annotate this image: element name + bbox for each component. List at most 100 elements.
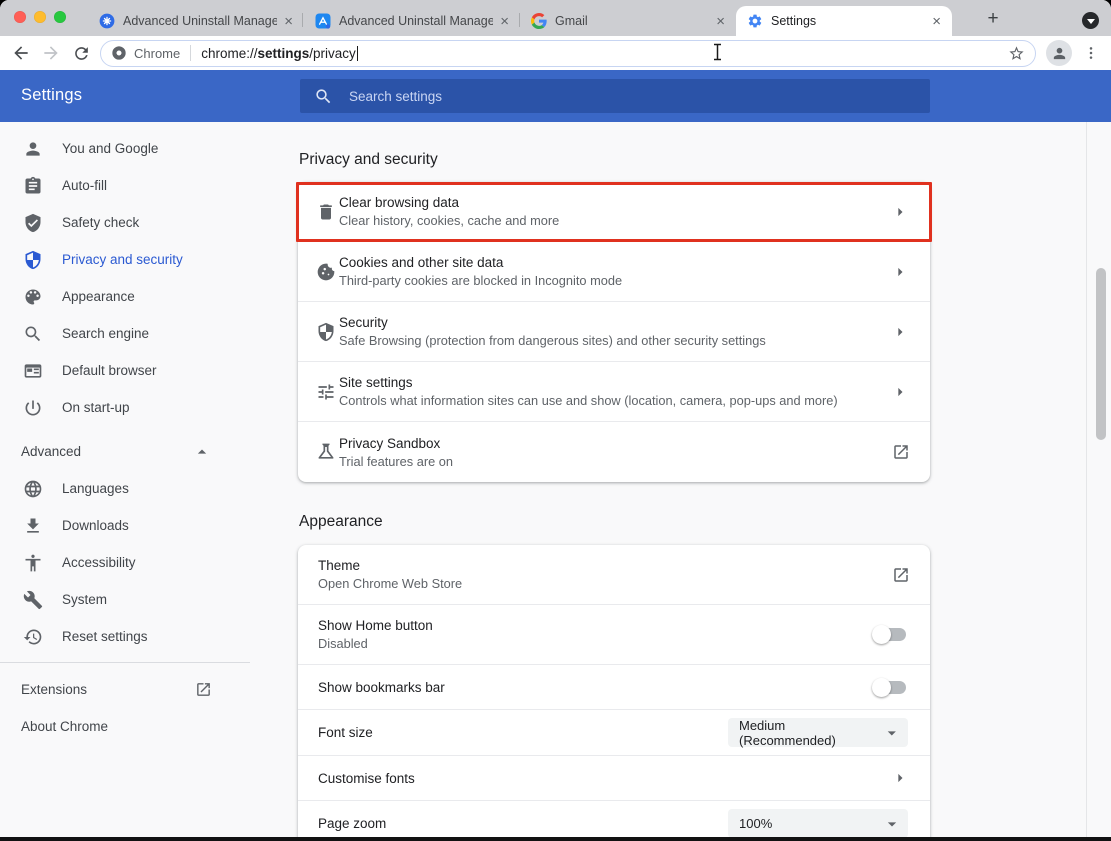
page-zoom-select[interactable]: 100% [728, 809, 908, 838]
search-placeholder: Search settings [349, 89, 442, 104]
sidebar-item-privacy-and-security[interactable]: Privacy and security [0, 241, 280, 278]
sidebar-item-search-engine[interactable]: Search engine [0, 315, 280, 352]
row-title: Customise fonts [318, 769, 415, 788]
row-subtitle: Open Chrome Web Store [318, 575, 462, 593]
maximize-window-button[interactable] [54, 11, 66, 23]
dropdown-arrow-icon [882, 814, 902, 834]
row-title: Page zoom [318, 814, 386, 833]
back-button[interactable] [6, 38, 36, 68]
sidebar-item-label: Reset settings [62, 629, 148, 644]
sidebar-item-label: Languages [62, 481, 129, 496]
tab-close-icon[interactable]: × [713, 14, 728, 29]
sidebar-item-accessibility[interactable]: Accessibility [0, 544, 280, 581]
url-text[interactable]: chrome://settings/privacy [201, 46, 358, 61]
sidebar-item-label: Auto-fill [62, 178, 107, 193]
chevron-right-icon [890, 322, 910, 342]
row-cookies-and-site-data[interactable]: Cookies and other site data Third-party … [298, 242, 930, 302]
row-title: Theme [318, 556, 462, 575]
row-show-bookmarks-bar[interactable]: Show bookmarks bar [298, 665, 930, 710]
google-g-icon [531, 13, 547, 29]
chrome-window: Advanced Uninstall Manager: U × Advanced… [0, 0, 1111, 841]
url-path: /privacy [309, 46, 356, 61]
toggle-knob [872, 625, 891, 644]
chevron-right-icon [890, 262, 910, 282]
url-divider [190, 45, 191, 61]
sidebar-item-appearance[interactable]: Appearance [0, 278, 280, 315]
bookmark-star-icon[interactable] [1008, 45, 1025, 62]
sidebar-item-system[interactable]: System [0, 581, 280, 618]
row-subtitle: Third-party cookies are blocked in Incog… [339, 272, 622, 290]
close-window-button[interactable] [14, 11, 26, 23]
tab-title: Settings [771, 14, 925, 28]
url-chip-label: Chrome [134, 46, 180, 61]
select-value: 100% [739, 816, 772, 831]
row-theme[interactable]: Theme Open Chrome Web Store [298, 545, 930, 605]
sidebar-item-safety-check[interactable]: Safety check [0, 204, 280, 241]
sidebar-item-label: Safety check [62, 215, 139, 230]
sidebar-item-label: You and Google [62, 141, 158, 156]
sidebar-item-label: System [62, 592, 107, 607]
scrollbar-thumb[interactable] [1096, 268, 1106, 440]
row-subtitle: Disabled [318, 635, 433, 653]
sidebar-item-you-and-google[interactable]: You and Google [0, 130, 280, 167]
row-clear-browsing-data[interactable]: Clear browsing data Clear history, cooki… [298, 182, 930, 242]
url-scheme: chrome:// [201, 46, 257, 61]
wrench-icon [23, 590, 43, 610]
row-customise-fonts[interactable]: Customise fonts [298, 756, 930, 801]
address-bar[interactable]: Chrome chrome://settings/privacy [100, 40, 1036, 67]
settings-search-input[interactable]: Search settings [300, 79, 930, 113]
sidebar-item-extensions[interactable]: Extensions [0, 671, 250, 708]
profile-avatar-button[interactable] [1046, 40, 1072, 66]
accessibility-icon [23, 553, 43, 573]
sidebar-item-languages[interactable]: Languages [0, 470, 280, 507]
tab-strip: Advanced Uninstall Manager: U × Advanced… [0, 0, 1111, 36]
row-title: Clear browsing data [339, 193, 559, 212]
row-show-home-button[interactable]: Show Home button Disabled [298, 605, 930, 665]
text-caret [357, 46, 359, 61]
privacy-card: Clear browsing data Clear history, cooki… [298, 182, 930, 482]
ibeam-cursor [712, 43, 723, 61]
tab-close-icon[interactable]: × [281, 14, 296, 29]
tab-close-icon[interactable]: × [929, 14, 944, 29]
forward-button[interactable] [36, 38, 66, 68]
tune-sliders-icon [316, 382, 336, 402]
reload-button[interactable] [66, 38, 96, 68]
tab-close-icon[interactable]: × [497, 14, 512, 29]
sidebar-item-about-chrome[interactable]: About Chrome [0, 708, 250, 745]
tab-gmail[interactable]: Gmail × [520, 6, 736, 36]
tab-settings-active[interactable]: Settings × [736, 6, 952, 36]
tab-advanced-uninstall-manager-page[interactable]: Advanced Uninstall Manager: U × [88, 6, 304, 36]
font-size-select[interactable]: Medium (Recommended) [728, 718, 908, 747]
minimize-window-button[interactable] [34, 11, 46, 23]
search-icon [314, 87, 333, 106]
row-site-settings[interactable]: Site settings Controls what information … [298, 362, 930, 422]
toggle-show-home-button-off[interactable] [875, 628, 906, 641]
sidebar-item-reset-settings[interactable]: Reset settings [0, 618, 280, 655]
settings-gear-icon [747, 13, 763, 29]
new-tab-button[interactable]: + [981, 7, 1005, 31]
sidebar-item-on-startup[interactable]: On start-up [0, 389, 280, 426]
search-icon [23, 324, 43, 344]
sidebar-item-label: On start-up [62, 400, 130, 415]
chevron-right-icon [890, 202, 910, 222]
settings-content: Privacy and security Clear browsing data… [298, 122, 930, 841]
sidebar-item-autofill[interactable]: Auto-fill [0, 167, 280, 204]
macos-traffic-lights [14, 11, 66, 23]
row-privacy-sandbox[interactable]: Privacy Sandbox Trial features are on [298, 422, 930, 482]
external-link-icon [195, 681, 212, 698]
tab-search-button[interactable] [1082, 12, 1099, 29]
sidebar-item-default-browser[interactable]: Default browser [0, 352, 280, 389]
sidebar-item-downloads[interactable]: Downloads [0, 507, 280, 544]
toggle-show-bookmarks-bar-off[interactable] [875, 681, 906, 694]
flask-icon [316, 442, 336, 462]
browser-menu-button[interactable] [1079, 38, 1103, 68]
security-shield-icon [316, 322, 336, 342]
row-security[interactable]: Security Safe Browsing (protection from … [298, 302, 930, 362]
url-host: settings [258, 46, 310, 61]
privacy-section-heading: Privacy and security [299, 152, 930, 168]
tab-app-store[interactable]: Advanced Uninstall Manager o × [304, 6, 520, 36]
browser-toolbar: Chrome chrome://settings/privacy [0, 36, 1111, 70]
row-page-zoom[interactable]: Page zoom 100% [298, 801, 930, 841]
sidebar-advanced-toggle[interactable]: Advanced [0, 433, 250, 470]
row-font-size[interactable]: Font size Medium (Recommended) [298, 710, 930, 756]
